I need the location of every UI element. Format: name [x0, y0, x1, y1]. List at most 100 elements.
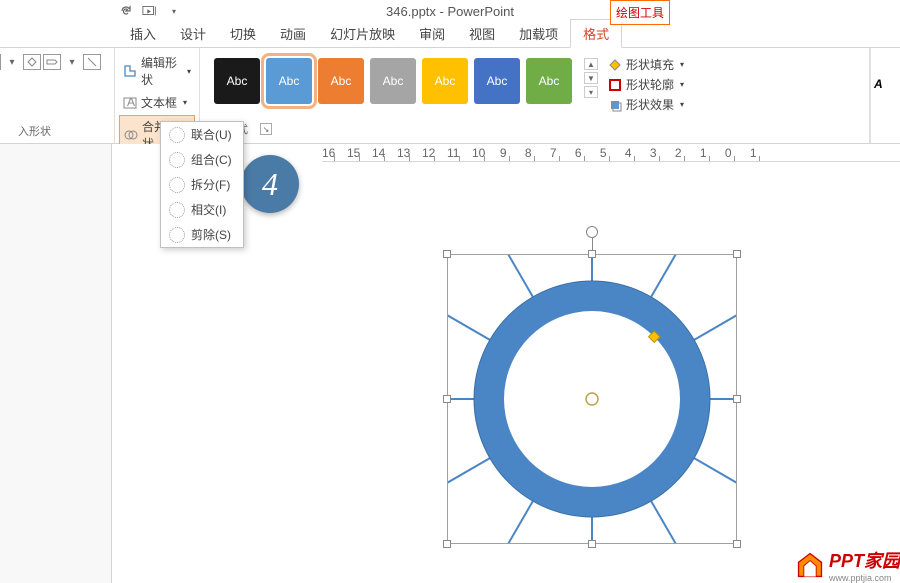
style-swatch-6[interactable]: Abc	[526, 58, 572, 104]
tab-design[interactable]: 设计	[168, 20, 218, 47]
dialog-launcher-icon[interactable]: ↘	[260, 123, 272, 135]
merge-intersect[interactable]: 相交(I)	[161, 197, 243, 222]
ruler-tick: 5	[597, 146, 610, 160]
effects-icon	[608, 98, 622, 112]
resize-handle-n[interactable]	[588, 250, 596, 258]
merge-shapes-menu: 联合(U) 组合(C) 拆分(F) 相交(I) 剪除(S)	[160, 121, 244, 248]
selection-box[interactable]	[447, 254, 737, 544]
union-icon	[169, 127, 185, 143]
ruler-tick: 10	[472, 146, 485, 160]
svg-text:A: A	[127, 96, 135, 109]
customize-qat-icon[interactable]: ▾	[166, 3, 182, 19]
merge-shapes-icon	[124, 128, 138, 142]
edit-shape-label: 编辑形状	[141, 54, 181, 88]
style-swatches: Abc Abc Abc Abc Abc Abc Abc	[204, 50, 582, 119]
start-from-beginning-icon[interactable]	[142, 3, 158, 19]
fill-icon	[608, 58, 622, 72]
intersect-label: 相交(I)	[191, 201, 226, 218]
text-box-label: 文本框	[141, 94, 177, 111]
resize-handle-se[interactable]	[733, 540, 741, 548]
wordart-group: A	[870, 48, 900, 143]
outline-icon	[608, 78, 622, 92]
wordart-styles-icon[interactable]: A	[872, 60, 900, 100]
combine-label: 组合(C)	[191, 151, 232, 168]
watermark-main: PPT家园	[829, 547, 900, 573]
resize-handle-e[interactable]	[733, 395, 741, 403]
style-swatch-0[interactable]: Abc	[214, 58, 260, 104]
tab-animations[interactable]: 动画	[268, 20, 318, 47]
resize-handle-ne[interactable]	[733, 250, 741, 258]
ruler-tick: 3	[647, 146, 660, 160]
redo-icon[interactable]	[118, 3, 134, 19]
ribbon: ▾ ▾ ▾ 入形状 编辑形状▾ A 文本框▾ 合并形状▾ 联合(U) 组合(C)…	[0, 48, 900, 144]
shape-styles-group: Abc Abc Abc Abc Abc Abc Abc ▲ ▼ ▾ 形状填充▾ …	[200, 48, 870, 143]
ruler-tick: 4	[622, 146, 635, 160]
shape-outline-button[interactable]: 形状轮廓▾	[608, 76, 684, 93]
ruler-tick: 7	[547, 146, 560, 160]
tab-slideshow[interactable]: 幻灯片放映	[318, 20, 407, 47]
shape-thumb[interactable]	[0, 54, 1, 70]
fragment-icon	[169, 177, 185, 193]
text-box-icon: A	[123, 96, 137, 110]
ruler-tick: 2	[672, 146, 685, 160]
merge-fragment[interactable]: 拆分(F)	[161, 172, 243, 197]
ruler-tick: 12	[422, 146, 435, 160]
subtract-label: 剪除(S)	[191, 226, 231, 243]
quick-access-toolbar: ▾	[118, 3, 182, 19]
tab-addins[interactable]: 加载项	[507, 20, 570, 47]
tab-transitions[interactable]: 切换	[218, 20, 268, 47]
watermark-logo-icon	[795, 550, 825, 580]
ruler-tick: 0	[722, 146, 735, 160]
swatch-down-icon[interactable]: ▼	[584, 72, 598, 84]
tab-insert[interactable]: 插入	[118, 20, 168, 47]
ribbon-tabs: 插入 设计 切换 动画 幻灯片放映 审阅 视图 加载项 格式	[0, 22, 900, 48]
shape-thumb[interactable]	[43, 54, 61, 70]
style-swatch-5[interactable]: Abc	[474, 58, 520, 104]
resize-handle-nw[interactable]	[443, 250, 451, 258]
shape-thumb[interactable]: ▾	[63, 54, 81, 70]
selection-border	[447, 254, 737, 544]
shape-thumb[interactable]	[23, 54, 41, 70]
drawing-tools-contextual-tab[interactable]: 绘图工具	[610, 0, 670, 25]
watermark: PPT家园 www.pptjia.com	[795, 547, 900, 583]
shape-fill-button[interactable]: 形状填充▾	[608, 56, 684, 73]
rotate-handle[interactable]	[586, 226, 598, 238]
outline-label: 形状轮廓	[626, 76, 674, 93]
shape-thumb[interactable]	[83, 54, 101, 70]
style-swatch-2[interactable]: Abc	[318, 58, 364, 104]
swatch-up-icon[interactable]: ▲	[584, 58, 598, 70]
resize-handle-sw[interactable]	[443, 540, 451, 548]
window-title: 346.pptx - PowerPoint	[386, 4, 514, 19]
merge-subtract[interactable]: 剪除(S)	[161, 222, 243, 247]
watermark-sub: www.pptjia.com	[829, 573, 900, 583]
ruler-tick: 14	[372, 146, 385, 160]
text-box-button[interactable]: A 文本框▾	[119, 92, 195, 113]
shape-effects-button[interactable]: 形状效果▾	[608, 96, 684, 113]
style-swatch-4[interactable]: Abc	[422, 58, 468, 104]
swatch-more-icon[interactable]: ▾	[584, 86, 598, 98]
shape-thumb[interactable]: ▾	[0, 72, 1, 88]
shape-thumb[interactable]: ▾	[3, 54, 21, 70]
thumbnail-panel[interactable]	[0, 144, 112, 583]
tab-review[interactable]: 审阅	[407, 20, 457, 47]
merge-union[interactable]: 联合(U)	[161, 122, 243, 147]
fill-label: 形状填充	[626, 56, 674, 73]
title-bar: ▾ 346.pptx - PowerPoint 绘图工具	[0, 0, 900, 22]
shape-gallery[interactable]: ▾ ▾ ▾	[0, 50, 110, 92]
horizontal-ruler: 16 15 14 13 12 11 10 9 8 7 6 5 4 3 2 1 0…	[322, 144, 900, 162]
style-swatch-3[interactable]: Abc	[370, 58, 416, 104]
ruler-tick: 8	[522, 146, 535, 160]
slide-canvas[interactable]	[142, 174, 900, 583]
style-swatch-1[interactable]: Abc	[266, 58, 312, 104]
edit-shape-button[interactable]: 编辑形状▾	[119, 52, 195, 90]
ruler-tick: 1	[697, 146, 710, 160]
resize-handle-w[interactable]	[443, 395, 451, 403]
resize-handle-s[interactable]	[588, 540, 596, 548]
merge-combine[interactable]: 组合(C)	[161, 147, 243, 172]
ruler-tick: 1	[747, 146, 760, 160]
ruler-tick: 15	[347, 146, 360, 160]
ruler-tick: 6	[572, 146, 585, 160]
intersect-icon	[169, 202, 185, 218]
tab-view[interactable]: 视图	[457, 20, 507, 47]
style-options: 形状填充▾ 形状轮廓▾ 形状效果▾	[600, 50, 692, 119]
